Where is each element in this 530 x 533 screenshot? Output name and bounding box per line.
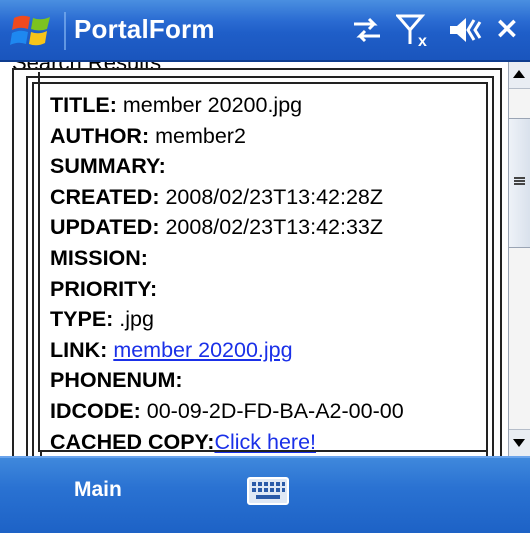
windows-start-icon[interactable] [10, 10, 56, 52]
field-value: member2 [149, 123, 246, 148]
grip-icon [514, 177, 525, 185]
field-type: TYPE: .jpg [50, 304, 508, 335]
field-idcode: IDCODE: 00-09-2D-FD-BA-A2-00-00 [50, 396, 508, 427]
field-phonenum: PHONENUM: [50, 365, 508, 396]
scroll-thumb[interactable] [509, 118, 530, 248]
field-value: member 20200.jpg [116, 93, 303, 117]
connectivity-icon[interactable] [350, 14, 384, 46]
volume-icon[interactable] [448, 14, 482, 46]
field-label: TITLE: [50, 93, 117, 117]
svg-text:x: x [418, 33, 427, 48]
field-label: AUTHOR: [50, 123, 150, 148]
field-label: CREATED: [50, 184, 160, 209]
keyboard-icon[interactable] [246, 476, 290, 506]
main-content: Search Results TITLE: member 20200.jpg A… [0, 62, 508, 456]
field-link: LINK: member 20200.jpg [50, 335, 508, 366]
field-created: CREATED: 2008/02/23T13:42:28Z [50, 182, 508, 213]
title-separator [64, 12, 66, 50]
main-softkey[interactable]: Main [74, 478, 122, 502]
field-value: 2008/02/23T13:42:33Z [159, 215, 384, 240]
field-title: TITLE: member 20200.jpg [50, 90, 508, 121]
field-label: SUMMARY: [50, 154, 166, 179]
field-label: LINK: [50, 337, 108, 362]
field-value: .jpg [113, 307, 154, 332]
scroll-up-button[interactable] [509, 62, 530, 89]
field-label: TYPE: [50, 307, 114, 332]
result-fields: TITLE: member 20200.jpg AUTHOR: member2 … [50, 90, 508, 456]
vertical-scrollbar[interactable] [508, 62, 530, 456]
arrow-down-icon [513, 439, 525, 447]
close-button[interactable]: × [490, 12, 524, 46]
app-title: PortalForm [74, 14, 215, 44]
field-value: 2008/02/23T13:42:28Z [159, 184, 384, 209]
field-priority: PRIORITY: [50, 274, 508, 305]
field-label: IDCODE: [50, 398, 141, 423]
softkey-bar: Main [0, 456, 530, 533]
field-summary: SUMMARY: [50, 151, 508, 182]
arrow-up-icon [513, 70, 525, 78]
field-mission: MISSION: [50, 243, 508, 274]
field-label: MISSION: [50, 245, 148, 270]
scroll-down-button[interactable] [509, 429, 530, 456]
field-label: PHONENUM: [50, 368, 183, 393]
file-link[interactable]: member 20200.jpg [113, 338, 292, 362]
signal-off-icon[interactable]: x [396, 14, 434, 48]
field-value: 00-09-2D-FD-BA-A2-00-00 [140, 398, 404, 423]
field-label: PRIORITY: [50, 276, 158, 301]
field-label: UPDATED: [50, 215, 160, 240]
field-updated: UPDATED: 2008/02/23T13:42:33Z [50, 212, 508, 243]
field-author: AUTHOR: member2 [50, 121, 508, 152]
title-bar: PortalForm x × [0, 0, 530, 62]
